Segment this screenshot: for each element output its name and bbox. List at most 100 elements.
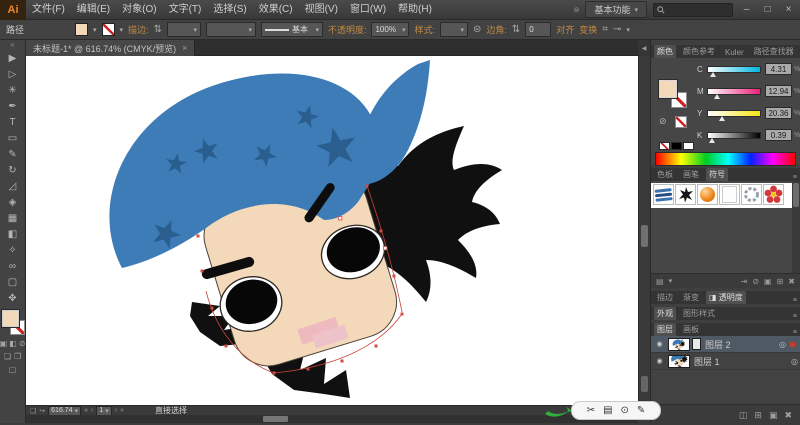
layer-name[interactable]: 图层 1: [694, 355, 720, 368]
menu-item-help[interactable]: 帮助(H): [392, 0, 438, 20]
stroke-width-select[interactable]: ▾: [167, 22, 201, 37]
tab-swatches[interactable]: 色板: [654, 168, 676, 181]
vertical-scrollbar-thumb-2[interactable]: [641, 376, 648, 392]
first-artboard-icon[interactable]: «: [84, 407, 88, 414]
pen-tool[interactable]: ✒: [0, 98, 26, 114]
chevron-down-icon[interactable]: ▾: [626, 26, 630, 34]
vertical-scrollbar-thumb[interactable]: [641, 225, 648, 247]
layer-thumbnail[interactable]: [668, 355, 690, 368]
app-logo-icon[interactable]: Ai: [0, 0, 26, 20]
chevron-down-icon[interactable]: ▾: [93, 26, 97, 34]
scale-tool[interactable]: ◿: [0, 178, 26, 194]
tab-gradient[interactable]: 渐变: [680, 291, 702, 304]
chevron-down-icon[interactable]: ▾: [120, 26, 124, 34]
isolate-selection-icon[interactable]: ⊸: [613, 24, 621, 35]
screen-mode-button[interactable]: ▢: [9, 365, 17, 374]
yellow-value[interactable]: 20.36: [765, 107, 792, 119]
close-button[interactable]: ×: [781, 4, 796, 15]
tab-brushes[interactable]: 画笔: [680, 168, 702, 181]
black-swatch[interactable]: [671, 142, 682, 150]
record-icon[interactable]: ⊙: [621, 402, 629, 419]
magic-wand-tool[interactable]: ✳: [0, 82, 26, 98]
symbol-sprayer-tool[interactable]: ◈: [0, 194, 26, 210]
tab-transparency[interactable]: ◨ 透明度: [706, 291, 746, 304]
menu-item-window[interactable]: 窗口(W): [344, 0, 392, 20]
next-artboard-icon[interactable]: ›: [115, 407, 117, 414]
menu-item-view[interactable]: 视图(V): [299, 0, 344, 20]
draw-normal-icon[interactable]: ❏: [4, 352, 11, 361]
selection-tool[interactable]: ▶: [0, 50, 26, 66]
transform-link[interactable]: 变换: [579, 23, 597, 36]
gradient-button[interactable]: ◧: [9, 339, 17, 348]
share-icon[interactable]: ⊜: [574, 6, 580, 14]
tab-kuler[interactable]: Kuler: [722, 47, 747, 58]
slider-thumb[interactable]: [709, 138, 715, 143]
symbol-splatter[interactable]: [675, 184, 696, 205]
last-artboard-icon[interactable]: »: [120, 407, 124, 414]
symbol-red-flower[interactable]: [763, 184, 784, 205]
capture-toolbar[interactable]: ✂ ▤ ⊙ ✎: [571, 401, 661, 420]
black-slider[interactable]: [707, 132, 761, 139]
artwork[interactable]: [26, 56, 638, 405]
yellow-slider[interactable]: [707, 110, 761, 117]
menu-item-object[interactable]: 对象(O): [116, 0, 162, 20]
panel-menu-icon[interactable]: ≡: [793, 313, 797, 320]
visibility-eye-icon[interactable]: ◉: [653, 357, 666, 365]
symbol-orange-sphere[interactable]: [697, 184, 718, 205]
brush-definition-select[interactable]: 基本 ▾: [261, 22, 323, 37]
symbol-options-icon[interactable]: ▣: [764, 277, 772, 286]
tab-close-icon[interactable]: ×: [182, 43, 187, 53]
color-button[interactable]: ▣: [0, 339, 7, 348]
color-spectrum-bar[interactable]: [655, 152, 796, 166]
tab-color[interactable]: 颜色: [654, 45, 676, 58]
recolor-artwork-icon[interactable]: ⊜: [473, 24, 481, 35]
menu-item-type[interactable]: 文字(T): [163, 0, 208, 20]
tab-artboards[interactable]: 画板: [680, 323, 702, 336]
black-value[interactable]: 0.39: [765, 129, 792, 141]
tab-stroke[interactable]: 描边: [654, 291, 676, 304]
menu-item-select[interactable]: 选择(S): [207, 0, 252, 20]
cyan-value[interactable]: 4.31: [765, 63, 792, 75]
pen-icon[interactable]: ✎: [637, 402, 645, 419]
opacity-label[interactable]: 不透明度:: [328, 23, 367, 36]
prev-artboard-icon[interactable]: ‹: [91, 407, 93, 414]
fill-swatch[interactable]: [659, 80, 677, 98]
slider-thumb[interactable]: [714, 94, 720, 99]
eyedropper-tool[interactable]: ✧: [0, 242, 26, 258]
blend-tool[interactable]: ∞: [0, 258, 26, 274]
horizontal-scrollbar-thumb[interactable]: [263, 416, 288, 422]
opacity-select[interactable]: 100% ▾: [371, 22, 409, 37]
menu-item-edit[interactable]: 编辑(E): [71, 0, 116, 20]
zoom-level-select[interactable]: 616.74 ▾: [48, 406, 81, 416]
restore-button[interactable]: □: [760, 4, 775, 15]
doc-info-icon[interactable]: ❏: [30, 407, 36, 415]
none-swatch[interactable]: [659, 142, 670, 150]
rectangle-tool[interactable]: ▭: [0, 130, 26, 146]
keyboard-icon[interactable]: ▤: [603, 402, 612, 419]
tab-color-guide[interactable]: 颜色参考: [680, 45, 718, 58]
stroke-label[interactable]: 描边:: [128, 23, 149, 36]
corner-value-field[interactable]: 0: [525, 22, 551, 37]
workspace-switcher[interactable]: 基本功能 ▾: [585, 1, 647, 18]
panel-menu-icon[interactable]: ≡: [793, 329, 797, 336]
symbol-libraries-icon[interactable]: ▤: [656, 277, 664, 286]
toolbox-collapse-icon[interactable]: «: [10, 40, 14, 50]
draw-behind-icon[interactable]: ❐: [14, 352, 21, 361]
align-link[interactable]: 对齐: [556, 23, 574, 36]
cyan-slider[interactable]: [707, 66, 761, 73]
target-icon[interactable]: ◎: [791, 357, 798, 366]
delete-symbol-icon[interactable]: ✖: [788, 277, 795, 286]
menu-item-file[interactable]: 文件(F): [26, 0, 71, 20]
new-symbol-icon[interactable]: ⊞: [777, 277, 784, 286]
magenta-value[interactable]: 12.94: [765, 85, 792, 97]
panel-menu-icon[interactable]: ≡: [793, 297, 797, 304]
scissors-icon[interactable]: ✂: [587, 402, 595, 419]
delete-layer-icon[interactable]: ✖: [784, 410, 792, 421]
target-icon[interactable]: ◎: [779, 340, 786, 349]
stroke-color-swatch[interactable]: [102, 23, 115, 36]
tab-symbols[interactable]: 符号: [706, 168, 728, 181]
tab-layers[interactable]: 图层: [654, 323, 676, 336]
tab-pathfinder[interactable]: 路径查找器: [751, 45, 797, 58]
dock-collapse-button[interactable]: ◀: [638, 40, 650, 56]
layer-row-1[interactable]: ◉ 图层 1 ◎: [651, 353, 800, 370]
